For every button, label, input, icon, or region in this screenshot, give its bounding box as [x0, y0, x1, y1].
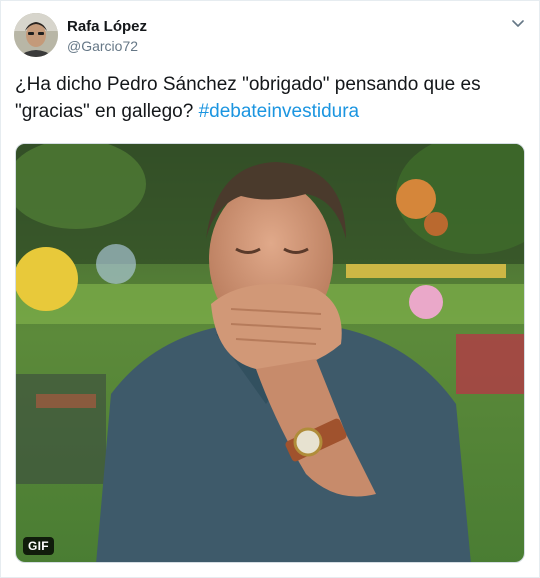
chevron-down-icon[interactable] — [510, 17, 526, 31]
gif-badge: GIF — [23, 537, 54, 555]
gif-image — [16, 144, 524, 562]
avatar[interactable] — [14, 13, 58, 57]
author-handle[interactable]: @Garcio72 — [67, 38, 138, 54]
tweet-media-gif[interactable]: GIF — [15, 143, 525, 563]
tweet-card: Rafa López @Garcio72 ¿Ha dicho Pedro Sán… — [0, 0, 540, 578]
hashtag-link[interactable]: #debateinvestidura — [199, 101, 360, 122]
author-name[interactable]: Rafa López — [67, 18, 147, 35]
avatar-image — [14, 13, 58, 57]
tweet-text: ¿Ha dicho Pedro Sánchez "obrigado" pensa… — [15, 71, 525, 125]
